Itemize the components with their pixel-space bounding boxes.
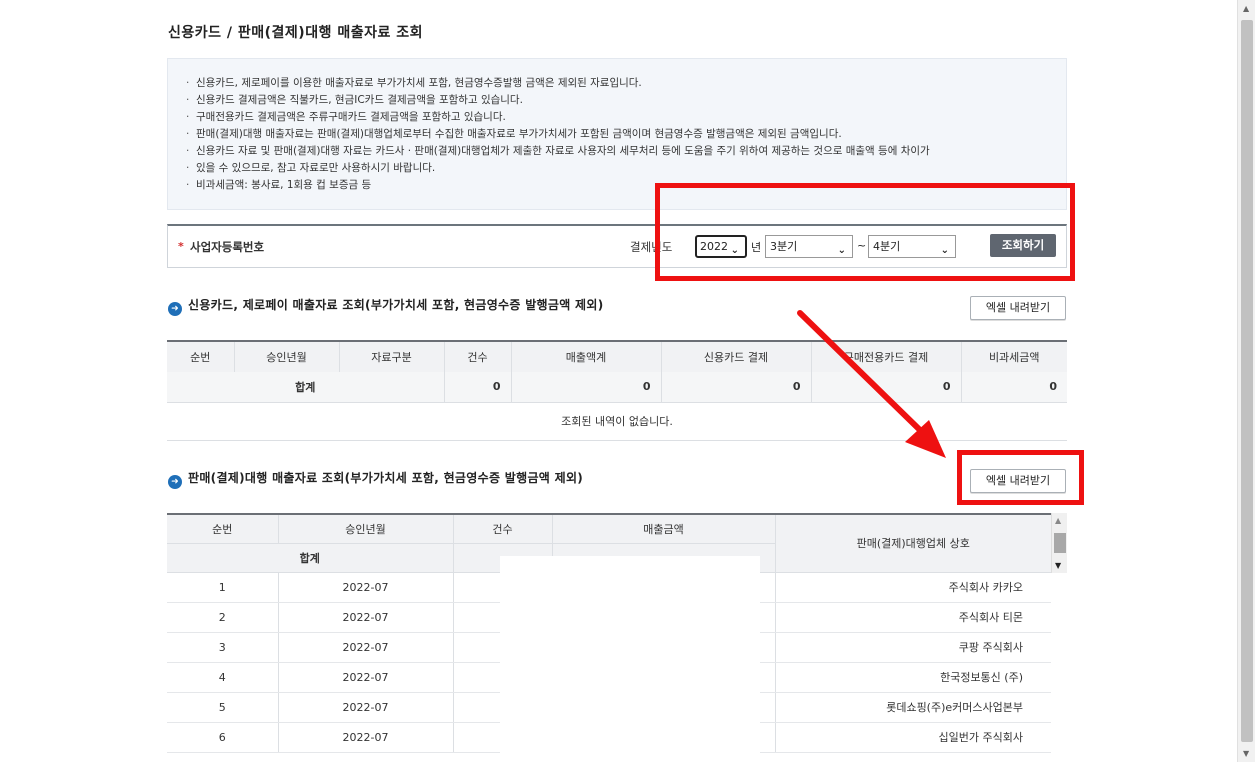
page-title: 신용카드 / 판매(결제)대행 매출자료 조회: [168, 25, 423, 41]
row-company: 십일번가 주식회사: [775, 722, 1051, 753]
col-header: 구매전용카드 결제: [811, 340, 962, 372]
notice-item: 판매(결제)대행 매출자료는 판매(결제)대행업체로부터 수집한 매출자료로 부…: [186, 126, 1048, 143]
row-month: 2022-07: [278, 662, 454, 693]
notice-item: 있을 수 있으므로, 참고 자료로만 사용하시기 바랍니다.: [186, 160, 1048, 177]
row-month: 2022-07: [278, 572, 454, 603]
col-header: 건수: [453, 513, 553, 544]
arrow-circle-icon: ➜: [168, 475, 182, 489]
notice-item: 신용카드, 제로페이를 이용한 매출자료로 부가가치세 포함, 현금영수증발행 …: [186, 75, 1048, 92]
row-seq: 3: [167, 632, 279, 663]
row-company: 쿠팡 주식회사: [775, 632, 1051, 663]
biz-number-label: 사업자등록번호: [190, 240, 265, 254]
row-seq: 2: [167, 602, 279, 633]
table-scrollbar[interactable]: ▲ ▼: [1051, 513, 1067, 573]
row-company: 주식회사 카카오: [775, 572, 1051, 603]
notice-item: 신용카드 결제금액은 직불카드, 현금IC카드 결제금액을 포함하고 있습니다.: [186, 92, 1048, 109]
row-company: 주식회사 티몬: [775, 602, 1051, 633]
card-section-title-text: 신용카드, 제로페이 매출자료 조회(부가가치세 포함, 현금영수증 발행금액 …: [188, 298, 604, 312]
col-header: 매출액계: [511, 340, 662, 372]
col-header: 자료구분: [339, 340, 445, 372]
col-header: 순번: [167, 340, 235, 372]
row-seq: 5: [167, 692, 279, 723]
scrollbar-thumb[interactable]: [1241, 20, 1253, 742]
required-mark: *: [178, 240, 184, 253]
card-sales-table: 순번 승인년월 자료구분 건수 매출액계 신용카드 결제 구매전용카드 결제 비…: [167, 340, 1067, 441]
row-seq: 1: [167, 572, 279, 603]
sum-value: 0: [961, 372, 1067, 403]
row-seq: 4: [167, 662, 279, 693]
notice-item: 구매전용카드 결제금액은 주류구매카드 결제금액을 포함하고 있습니다.: [186, 109, 1048, 126]
col-header: 매출금액: [552, 513, 776, 544]
scroll-up-icon[interactable]: ▲: [1243, 4, 1249, 13]
scroll-down-icon[interactable]: ▼: [1243, 749, 1249, 758]
sum-value: 0: [661, 372, 812, 403]
sum-row: 합계 0 0 0 0 0: [167, 372, 1067, 403]
sum-value: 0: [811, 372, 962, 403]
sum-label: 합계: [167, 372, 445, 403]
col-header: 승인년월: [234, 340, 340, 372]
highlight-box-search: [655, 183, 1075, 281]
row-company: 롯데쇼핑(주)e커머스사업본부: [775, 692, 1051, 723]
card-section-title: ➜ 신용카드, 제로페이 매출자료 조회(부가가치세 포함, 현금영수증 발행금액…: [168, 296, 604, 316]
highlight-box-excel: [957, 450, 1084, 505]
agency-section-title-text: 판매(결제)대행 매출자료 조회(부가가치세 포함, 현금영수증 발행금액 제외…: [188, 471, 584, 485]
col-header: 순번: [167, 513, 279, 544]
empty-message: 조회된 내역이 없습니다.: [167, 402, 1067, 441]
sum-label: 합계: [167, 543, 454, 573]
row-company: 한국정보통신 (주): [775, 662, 1051, 693]
row-month: 2022-07: [278, 692, 454, 723]
col-header: 비과세금액: [961, 340, 1067, 372]
scroll-down-icon[interactable]: ▼: [1055, 561, 1061, 570]
redaction-block: [500, 556, 760, 762]
row-seq: 6: [167, 722, 279, 753]
arrow-circle-icon: ➜: [168, 302, 182, 316]
row-month: 2022-07: [278, 602, 454, 633]
sum-value: 0: [511, 372, 662, 403]
scrollbar-thumb[interactable]: [1054, 533, 1066, 553]
sum-value: 0: [444, 372, 512, 403]
notice-item: 신용카드 자료 및 판매(결제)대행 자료는 카드사 · 판매(결제)대행업체가…: [186, 143, 1048, 160]
col-header: 판매(결제)대행업체 상호: [775, 513, 1051, 573]
row-month: 2022-07: [278, 722, 454, 753]
col-header: 신용카드 결제: [661, 340, 812, 372]
biz-number-field[interactable]: [292, 231, 452, 263]
scroll-up-icon[interactable]: ▲: [1055, 516, 1061, 525]
agency-section-title: ➜ 판매(결제)대행 매출자료 조회(부가가치세 포함, 현금영수증 발행금액 제…: [168, 469, 583, 489]
col-header: 건수: [444, 340, 512, 372]
row-month: 2022-07: [278, 632, 454, 663]
page-scrollbar[interactable]: ▲ ▼: [1237, 0, 1255, 762]
card-excel-download-button[interactable]: 엑셀 내려받기: [970, 296, 1066, 320]
col-header: 승인년월: [278, 513, 454, 544]
